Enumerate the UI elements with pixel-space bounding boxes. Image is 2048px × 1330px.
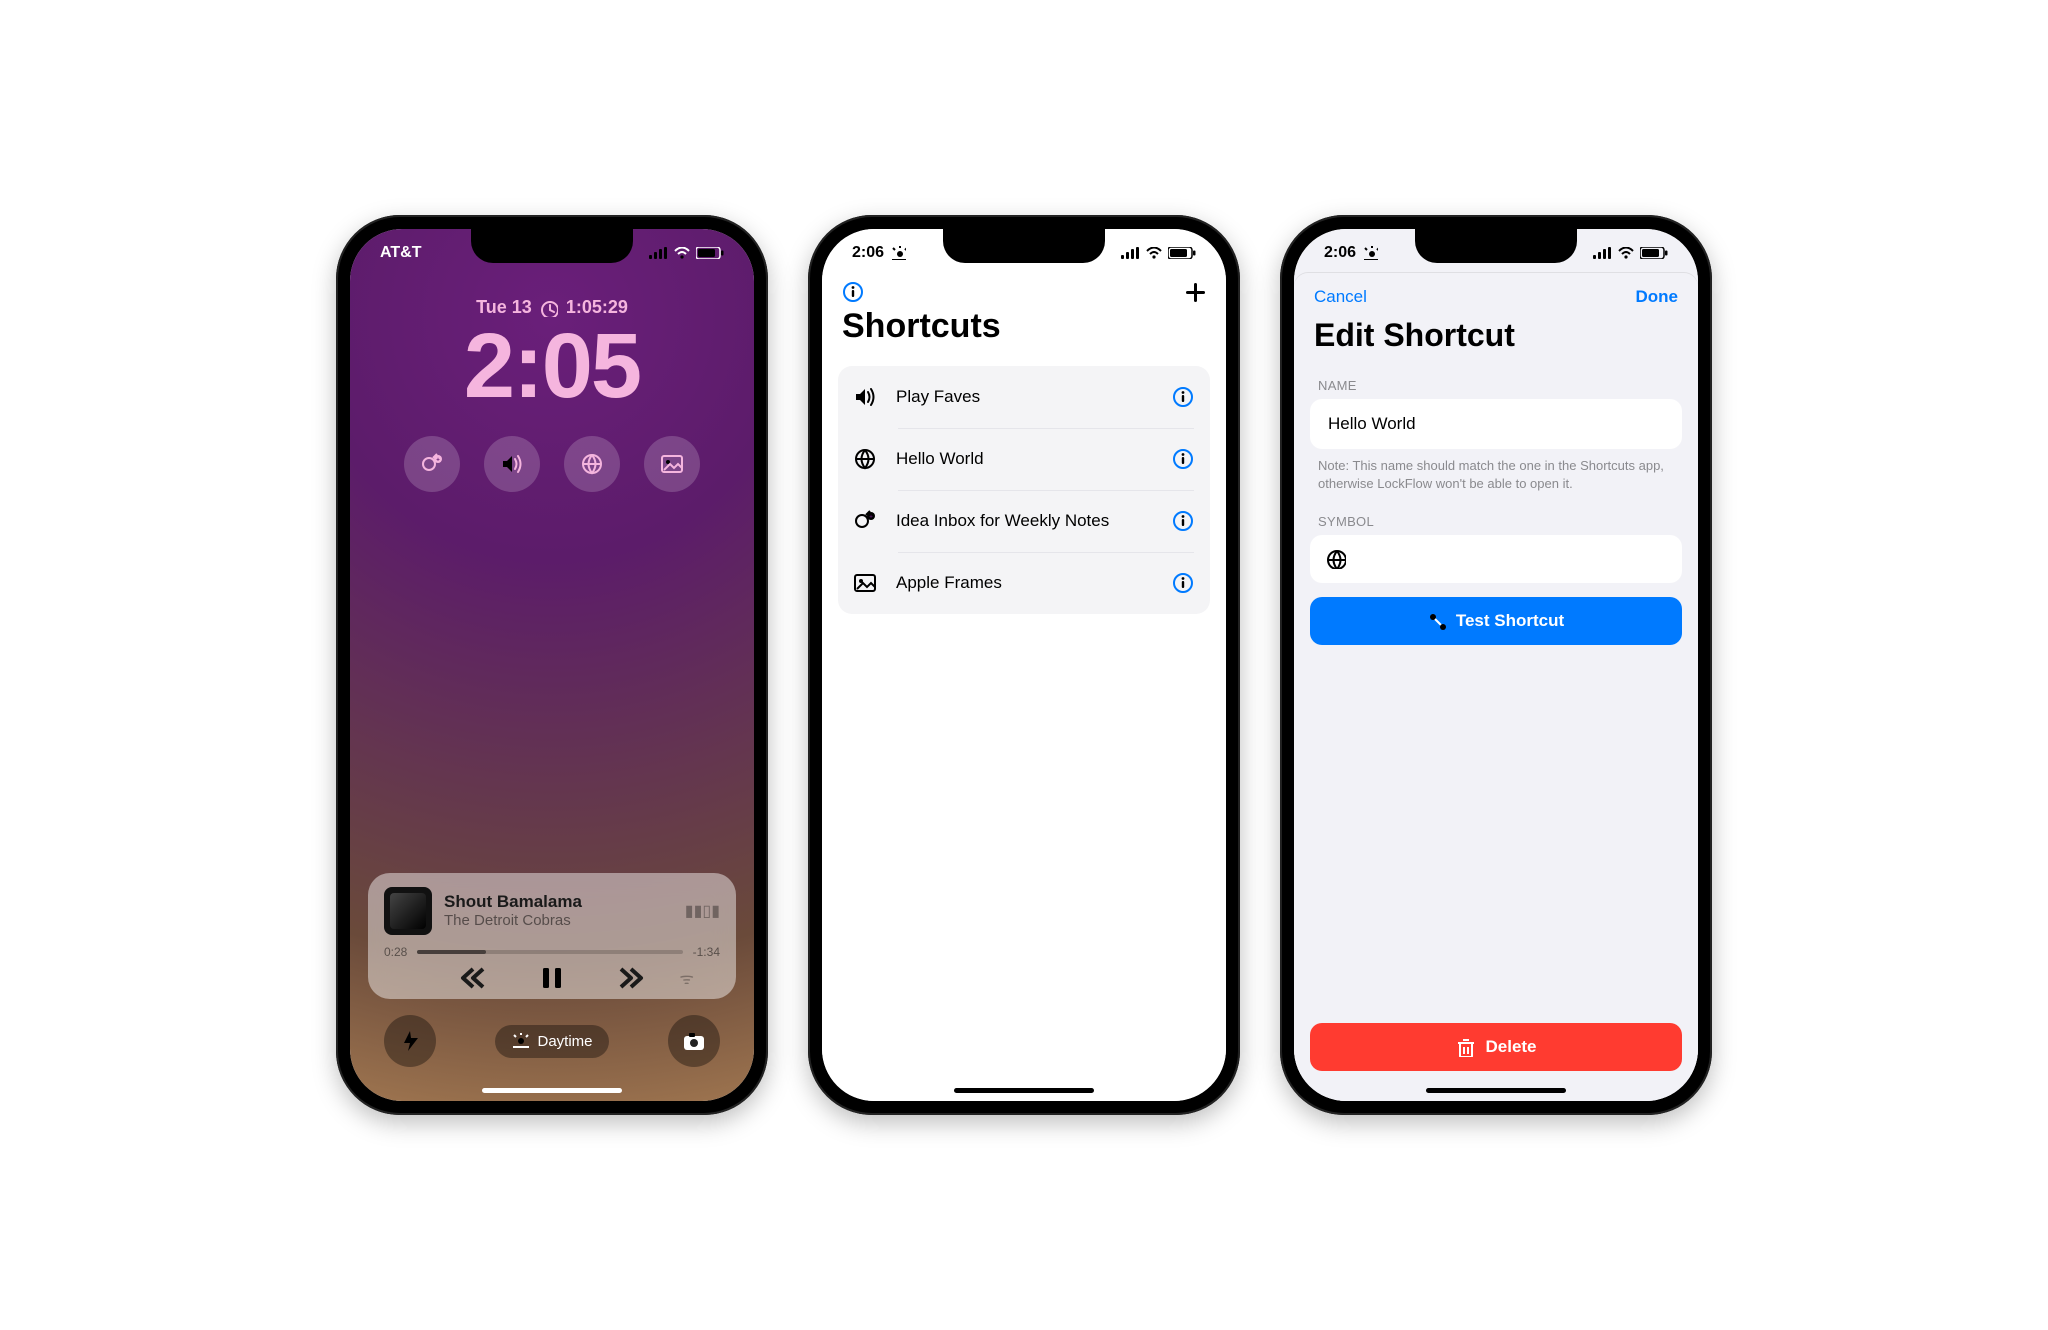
waveform-icon: ▮▮▯▮ (685, 901, 720, 921)
shortcut-label: Hello World (896, 449, 1156, 469)
phone-edit-shortcut: 2:06 Cancel Done Edit Shortcut NAME Note… (1280, 215, 1712, 1115)
shortcut-row[interactable]: Play Faves (838, 366, 1210, 428)
row-info-button[interactable] (1172, 510, 1194, 532)
globe-icon (1326, 549, 1346, 569)
page-title: Shortcuts (822, 303, 1226, 358)
shortcut-label: Idea Inbox for Weekly Notes (896, 511, 1156, 531)
test-shortcut-button[interactable]: Test Shortcut (1310, 597, 1682, 645)
row-info-button[interactable] (1172, 448, 1194, 470)
track-title: Shout Bamalama (444, 892, 673, 912)
battery-icon (1640, 247, 1668, 259)
shortcut-row[interactable]: Apple Frames (838, 552, 1210, 614)
scrubber[interactable] (417, 950, 682, 954)
name-section-label: NAME (1294, 372, 1698, 399)
now-playing-card[interactable]: Shout Bamalama The Detroit Cobras ▮▮▯▮ 0… (368, 873, 736, 999)
shortcuts-list: Play Faves Hello World Idea Inbox for We… (838, 366, 1210, 614)
done-button[interactable]: Done (1636, 287, 1679, 307)
widget-hello-world[interactable] (564, 436, 620, 492)
phone-shortcuts-list: 2:06 Shortcuts Play Faves (808, 215, 1240, 1115)
globe-icon (854, 448, 880, 470)
focus-label: Daytime (537, 1033, 592, 1050)
lock-widgets (350, 436, 754, 492)
remaining-time: -1:34 (693, 945, 720, 959)
photo-icon (854, 572, 880, 594)
shortcut-row[interactable]: Hello World (838, 428, 1210, 490)
sunrise-icon (511, 1033, 529, 1049)
home-indicator[interactable] (1426, 1088, 1566, 1093)
shortcut-label: Play Faves (896, 387, 1156, 407)
pause-button[interactable] (541, 967, 563, 989)
camera-button[interactable] (668, 1015, 720, 1067)
forward-button[interactable] (619, 967, 645, 989)
shortcut-label: Apple Frames (896, 573, 1156, 593)
bolt-icon (1428, 612, 1446, 630)
shortcut-row[interactable]: Idea Inbox for Weekly Notes (838, 490, 1210, 552)
sunrise-icon (1362, 246, 1378, 260)
wifi-icon (1146, 247, 1162, 259)
signal-icon (1121, 247, 1140, 259)
rewind-button[interactable] (459, 967, 485, 989)
test-label: Test Shortcut (1456, 611, 1564, 631)
album-art (384, 887, 432, 935)
trash-icon (1455, 1037, 1475, 1057)
row-info-button[interactable] (1172, 386, 1194, 408)
home-indicator[interactable] (954, 1088, 1094, 1093)
widget-play-faves[interactable] (484, 436, 540, 492)
wifi-icon (1618, 247, 1634, 259)
airpods-icon[interactable]: ᯤ (679, 967, 694, 989)
page-title: Edit Shortcut (1294, 311, 1698, 372)
focus-pill[interactable]: Daytime (495, 1025, 608, 1058)
signal-icon (1593, 247, 1612, 259)
battery-icon (1168, 247, 1196, 259)
name-note: Note: This name should match the one in … (1294, 449, 1698, 508)
widget-apple-frames[interactable] (644, 436, 700, 492)
info-button[interactable] (842, 281, 864, 303)
delete-button[interactable]: Delete (1310, 1023, 1682, 1071)
track-artist: The Detroit Cobras (444, 912, 673, 930)
status-time: 2:06 (852, 244, 884, 262)
cancel-button[interactable]: Cancel (1314, 287, 1367, 307)
symbol-field[interactable] (1310, 535, 1682, 583)
speaker-icon (854, 386, 880, 408)
phone-lockscreen: AT&T Tue 13 1:05:29 2:05 (336, 215, 768, 1115)
row-info-button[interactable] (1172, 572, 1194, 594)
timer-icon (540, 299, 558, 317)
sunrise-icon (890, 246, 906, 260)
status-time: 2:06 (1324, 244, 1356, 262)
flashlight-button[interactable] (384, 1015, 436, 1067)
delete-label: Delete (1485, 1037, 1536, 1057)
idea-inbox-icon (854, 510, 880, 532)
elapsed-time: 0:28 (384, 945, 407, 959)
name-input[interactable] (1326, 413, 1666, 435)
add-button[interactable] (1185, 282, 1206, 303)
widget-idea-inbox[interactable] (404, 436, 460, 492)
lock-time: 2:05 (350, 320, 754, 412)
name-field[interactable] (1310, 399, 1682, 449)
symbol-section-label: SYMBOL (1294, 508, 1698, 535)
